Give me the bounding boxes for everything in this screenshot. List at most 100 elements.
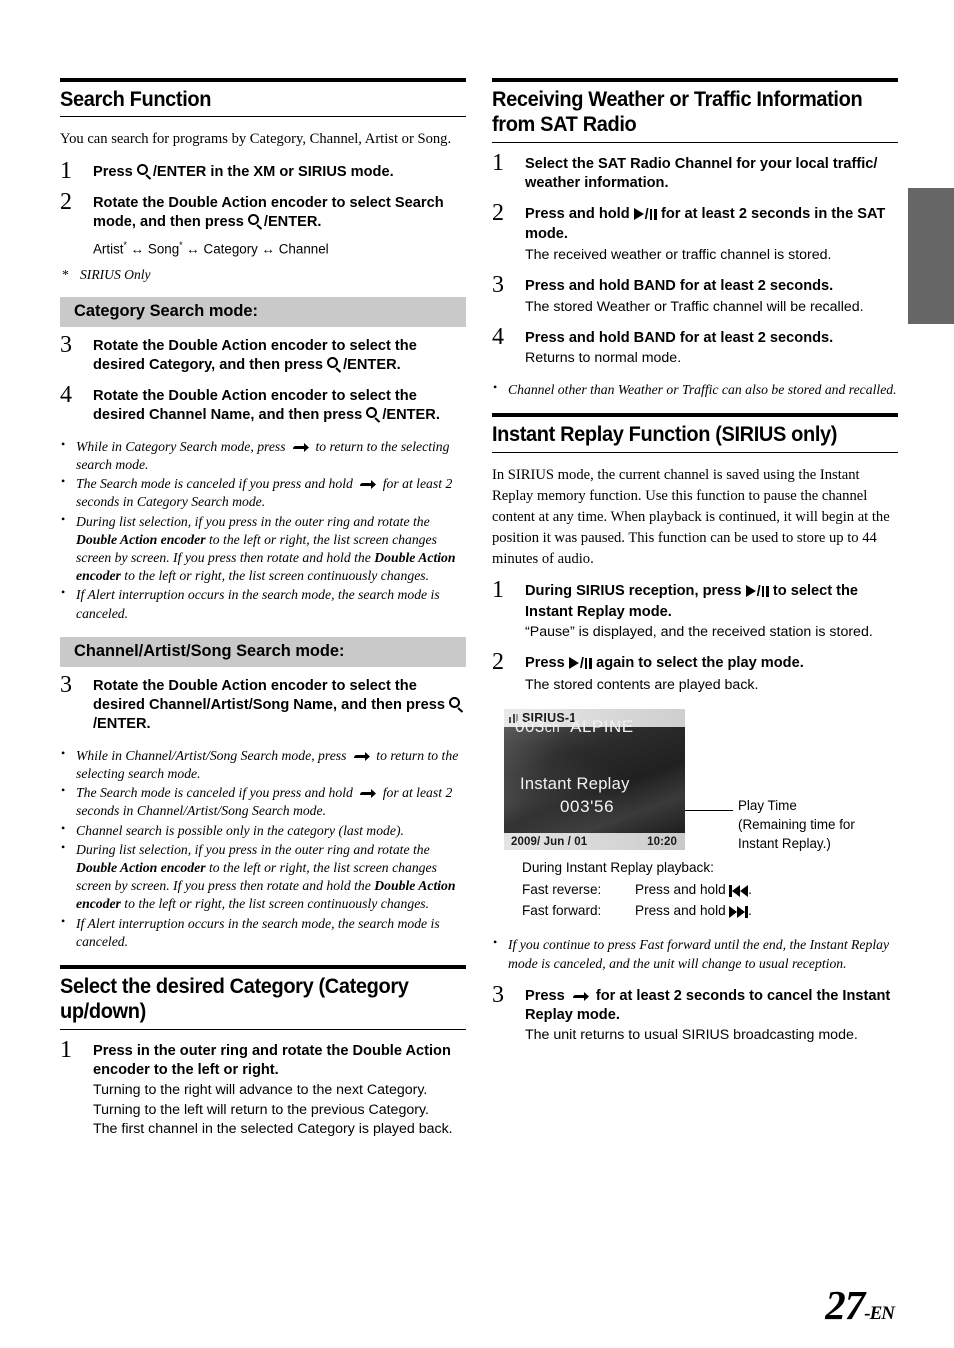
list-item: Channel search is possible only in the c… — [60, 821, 466, 840]
step-text-pre: Press — [93, 163, 137, 180]
notes-category-search: While in Category Search mode, press to … — [60, 437, 466, 623]
step-text: During SIRIUS reception, press / to sele… — [525, 582, 898, 622]
list-item: The Search mode is canceled if you press… — [60, 783, 466, 820]
table-row: Fast forward: Press and hold . — [522, 901, 898, 922]
footnote-mark: * — [179, 240, 183, 251]
step-number: 2 — [60, 188, 72, 215]
heading-rule-bottom — [492, 141, 898, 143]
section-cas-search-mode: Channel/Artist/Song Search mode: 3 Rotat… — [60, 636, 466, 951]
flow-separator: ↔ — [186, 241, 200, 257]
step-text-pre: Press in the outer ring and rotate the — [93, 1042, 353, 1059]
step-number: 4 — [60, 382, 72, 409]
encoder-term: Double Action encoder — [168, 194, 328, 211]
left-column: Search Function You can search for progr… — [60, 78, 466, 1152]
lcd-mode-text: Instant Replay — [520, 775, 630, 794]
step-text-post: again to select the play mode. — [592, 655, 804, 672]
step-text-post: to the left or right. — [149, 1062, 279, 1079]
play-pause-icon: / — [633, 207, 657, 223]
head-unit-display: SIRIUS-1 003ch ALPINE Instant Replay 003'… — [504, 709, 685, 851]
step-weather-4: 4 Press and hold BAND for at least 2 sec… — [492, 325, 898, 369]
playback-controls-table: During Instant Replay playback: Fast rev… — [522, 858, 898, 922]
step-text: Press in the outer ring and rotate the D… — [93, 1042, 466, 1081]
step-text: Press / again to select the play mode. — [525, 654, 898, 674]
note-text: The Search mode is canceled if you press… — [76, 785, 357, 801]
list-item: The Search mode is canceled if you press… — [60, 474, 466, 511]
step-text-post: for at least 2 seconds. — [675, 330, 834, 347]
play-pause-icon: / — [745, 584, 769, 600]
step-number: 1 — [492, 149, 504, 176]
step-select-category-1: 1 Press in the outer ring and rotate the… — [60, 1038, 466, 1140]
step-subtext: Returns to normal mode. — [525, 350, 682, 367]
step-text: Rotate the Double Action encoder to sele… — [93, 387, 466, 426]
return-icon — [358, 477, 377, 490]
step-text-pre: Press — [525, 655, 569, 672]
callout-play-time: Play Time (Remaining time for Instant Re… — [738, 796, 898, 853]
encoder-term: Double Action encoder — [168, 337, 328, 354]
list-item: If Alert interruption occurs in the sear… — [60, 585, 466, 622]
heading-rule-top — [60, 78, 466, 82]
step-replay-3: 3 Press for at least 2 seconds to cancel… — [492, 983, 898, 1046]
note-text: The Search mode is canceled if you press… — [76, 476, 357, 492]
section-select-category: Select the desired Category (Category up… — [60, 965, 466, 1140]
footnote-mark: * — [62, 266, 69, 282]
note-text: If you continue to press Fast forward un… — [508, 937, 890, 971]
section-category-search-mode: Category Search mode: 3 Rotate the Doubl… — [60, 296, 466, 623]
section-search-function: Search Function You can search for progr… — [60, 78, 466, 283]
step-number: 3 — [492, 981, 504, 1008]
step-number: 3 — [492, 272, 504, 299]
page-thumb-tab — [908, 188, 954, 324]
row-value: Press and hold . — [635, 880, 752, 901]
page-title-select-category: Select the desired Category (Category up… — [60, 974, 409, 1024]
flow-item-channel: Channel — [278, 241, 329, 257]
page-title-instant-replay: Instant Replay Function (SIRIUS only) — [492, 422, 838, 447]
list-item: If Alert interruption occurs in the sear… — [60, 914, 466, 951]
note-text: During list selection, if you press in t… — [76, 513, 430, 529]
step-text: Press and hold BAND for at least 2 secon… — [525, 329, 898, 348]
step-text-pre: Press and hold — [525, 330, 634, 347]
step-weather-2: 2 Press and hold / for at least 2 second… — [492, 201, 898, 265]
table-row: Fast reverse: Press and hold . — [522, 880, 898, 901]
footnote-text: SIRIUS Only — [80, 266, 151, 282]
list-item: During list selection, if you press in t… — [60, 840, 466, 914]
step-subtext: The first channel in the selected Catego… — [93, 1121, 453, 1138]
row-label: Fast forward: — [522, 903, 602, 919]
step-text-pre: Press and hold — [525, 278, 634, 295]
search-mode-flow: Artist* ↔ Song* ↔ Category ↔ Channel — [60, 240, 466, 256]
step-text-pre: Rotate the — [93, 677, 169, 694]
step-cas-3: 3 Rotate the Double Action encoder to se… — [60, 673, 466, 735]
step-text-pre: Press — [525, 987, 569, 1004]
step-subtext: The stored contents are played back. — [525, 676, 759, 693]
heading-rule-top — [60, 965, 466, 970]
return-icon — [571, 989, 590, 1002]
return-icon — [358, 786, 377, 799]
step-text: Rotate the Double Action encoder to sele… — [93, 194, 466, 233]
lcd-channel-line: 003ch ALPINE — [515, 717, 634, 737]
lcd-channel-suffix: ch — [544, 720, 561, 736]
note-text-post: to the left or right, the list screen co… — [120, 568, 430, 584]
callout-line-3: Instant Replay.) — [738, 836, 831, 852]
lcd-channel-number: 003 — [515, 717, 545, 737]
list-item: If you continue to press Fast forward un… — [492, 935, 898, 972]
row-value-post: . — [748, 903, 752, 919]
step-replay-2: 2 Press / again to select the play mode.… — [492, 650, 898, 695]
note-text: During list selection, if you press in t… — [76, 841, 430, 857]
step-number: 1 — [492, 577, 504, 604]
step-subtext: Turning to the right will advance to the… — [93, 1082, 428, 1099]
note-text: While in Channel/Artist/Song Search mode… — [76, 747, 350, 763]
step-text: Select the SAT Radio Channel for your lo… — [525, 155, 878, 191]
step-subtext: Turning to the left will return to the p… — [93, 1101, 429, 1118]
step-category-3: 3 Rotate the Double Action encoder to se… — [60, 333, 466, 376]
page-number-suffix: -EN — [864, 1303, 895, 1324]
list-item: While in Channel/Artist/Song Search mode… — [60, 746, 466, 783]
step-number: 2 — [492, 649, 504, 676]
manual-page: Search Function You can search for progr… — [0, 0, 954, 1348]
enter-label: /ENTER — [152, 163, 207, 180]
step-weather-1: 1 Select the SAT Radio Channel for your … — [492, 151, 898, 194]
step-text-pre: During SIRIUS reception, press — [525, 583, 746, 600]
row-value-post: . — [748, 881, 752, 897]
step-text: Press /ENTER in the XM or SIRIUS mode. — [93, 163, 466, 182]
section-weather-traffic: Receiving Weather or Traffic Information… — [492, 78, 898, 399]
step-text: Press and hold / for at least 2 seconds … — [525, 205, 898, 245]
list-item: During list selection, if you press in t… — [60, 512, 466, 586]
footnote-sirius-only: * SIRIUS Only — [60, 267, 466, 283]
